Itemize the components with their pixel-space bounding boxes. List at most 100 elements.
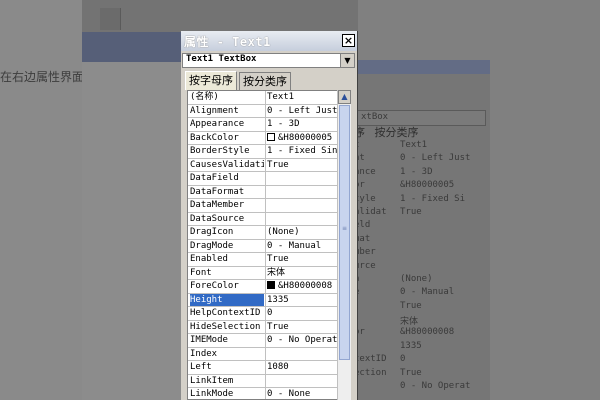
property-value[interactable]: 0 - Left Justify [267, 105, 337, 117]
ghost-property-grid: tText1nt0 - Left Justance 1 - 3D or&H80000… [354, 140, 484, 394]
ghost-titlebar [350, 60, 490, 74]
column-divider [265, 388, 266, 399]
property-row[interactable]: BackColor &H80000005 [188, 131, 337, 145]
property-name: LinkItem [190, 375, 234, 386]
property-row[interactable]: HelpContextID 0 [188, 307, 337, 321]
property-name: DataFormat [190, 186, 245, 197]
window-title: 属性 - Text1 [184, 35, 271, 49]
property-value-text: 0 - Manual [267, 240, 322, 251]
property-row[interactable]: HideSelection True [188, 320, 337, 334]
property-row[interactable]: (名称) Text1 [188, 91, 337, 105]
ghost-row: or &H80000005 [354, 180, 484, 193]
property-grid-scrollbar[interactable]: ▲ ≡ [337, 90, 351, 400]
property-value[interactable]: &H80000005 [267, 132, 337, 144]
column-divider [265, 158, 266, 172]
ghost-row-value: 1335 [400, 340, 422, 351]
ghost-tab: 按分类序 [374, 126, 419, 139]
property-row[interactable]: DataSource [188, 212, 337, 226]
property-value[interactable]: &H80000008 [267, 280, 337, 292]
ghost-row-value: 0 - Manual [400, 287, 455, 298]
property-value[interactable]: 1 - 3D [267, 118, 337, 130]
close-button[interactable]: × [342, 34, 355, 47]
property-row[interactable]: Height 1335 [188, 293, 337, 307]
scrollbar-thumb[interactable]: ≡ [339, 105, 350, 360]
ghost-row: tText1 [354, 140, 484, 153]
chevron-up-icon: ▲ [341, 92, 348, 101]
property-value-text: 1 - Fixed Single [267, 146, 337, 156]
property-value[interactable]: 0 - No Operation [267, 334, 337, 346]
ghost-row: or &H80000008 [354, 327, 484, 340]
property-value[interactable]: 1080 [267, 361, 337, 373]
property-value[interactable]: 0 - None [267, 388, 337, 399]
ghost-row: 1335 [354, 341, 484, 354]
property-value[interactable]: Text1 [267, 91, 337, 103]
column-divider [265, 347, 266, 361]
property-name: LinkMode [190, 389, 234, 399]
property-value[interactable]: 0 - Manual [267, 240, 337, 252]
property-value[interactable]: True [267, 321, 337, 333]
property-name: Appearance [190, 119, 245, 129]
properties-titlebar[interactable]: 属性 - Text1 × [181, 31, 357, 51]
property-value[interactable]: 1335 [267, 294, 337, 306]
property-name: Index [190, 348, 218, 359]
property-row[interactable]: DataMember [188, 199, 337, 213]
property-value[interactable]: True [267, 159, 337, 171]
column-divider [265, 226, 266, 239]
ghost-row-name: alidat [354, 206, 387, 217]
column-divider [265, 374, 266, 388]
property-name: Enabled [190, 254, 228, 264]
column-divider [265, 280, 266, 293]
property-value-text: 0 - None [267, 389, 311, 399]
property-value-text: 0 - No Operation [267, 335, 337, 345]
color-swatch-icon [267, 281, 275, 289]
property-row[interactable]: Left 1080 [188, 361, 337, 375]
property-value[interactable]: 宋体 [267, 267, 337, 279]
property-value-text: 0 [267, 308, 273, 318]
property-row[interactable]: LinkMode 0 - None [188, 388, 337, 399]
property-row[interactable]: Font 宋体 [188, 266, 337, 280]
ghost-row: ection True [354, 368, 484, 381]
property-row[interactable]: BorderStyle 1 - Fixed Single [188, 145, 337, 159]
column-divider [265, 212, 266, 226]
tab-categorized[interactable]: 按分类序 [239, 72, 291, 90]
property-row[interactable]: Enabled True [188, 253, 337, 267]
property-row[interactable]: DataFormat [188, 185, 337, 199]
object-selector-dropdown[interactable]: Text1 TextBox ▼ [182, 53, 355, 68]
ghost-row: ance 1 - 3D [354, 167, 484, 180]
column-divider [265, 199, 266, 212]
property-value[interactable]: 1 - Fixed Single [267, 145, 337, 157]
ghost-row: mat [354, 234, 484, 247]
property-row[interactable]: DragIcon (None) [188, 226, 337, 240]
property-value-text: 宋体 [267, 267, 286, 278]
property-value[interactable]: True [267, 253, 337, 265]
ghost-row-value: &H80000005 [400, 180, 455, 191]
property-name: Left [190, 362, 212, 372]
property-row[interactable]: ForeColor &H80000008 [188, 280, 337, 294]
property-row[interactable]: IMEMode 0 - No Operation [188, 334, 337, 348]
property-row[interactable]: DataField [188, 172, 337, 186]
ghost-row: eld [354, 220, 484, 233]
property-row[interactable]: LinkItem [188, 374, 337, 388]
property-value[interactable]: (None) [267, 226, 337, 238]
ghost-row-name: urce [354, 260, 376, 271]
property-value-text: 1080 [267, 362, 289, 372]
color-swatch-icon [267, 132, 275, 141]
property-row[interactable]: Appearance 1 - 3D [188, 118, 337, 132]
property-name: Height [190, 293, 264, 307]
chevron-down-icon[interactable]: ▼ [340, 54, 354, 67]
ghost-row-name: textID [354, 354, 387, 365]
ghost-row-value: True [400, 300, 422, 311]
property-row[interactable]: DragMode 0 - Manual [188, 239, 337, 253]
tab-alphabetic[interactable]: 按字母序 [185, 71, 237, 90]
column-divider [265, 307, 266, 320]
close-icon: × [343, 34, 354, 47]
property-value[interactable]: 0 [267, 307, 337, 319]
property-name: HideSelection [190, 321, 261, 332]
property-name: IMEMode [190, 335, 228, 345]
property-row[interactable]: Index [188, 347, 337, 361]
property-value-text: True [267, 159, 289, 170]
property-row[interactable]: Alignment 0 - Left Justify [188, 104, 337, 118]
scroll-up-button[interactable]: ▲ [338, 90, 351, 104]
property-row[interactable]: CausesValidationTrue [188, 158, 337, 172]
ghost-row-value: 0 - No Operat [400, 381, 471, 392]
